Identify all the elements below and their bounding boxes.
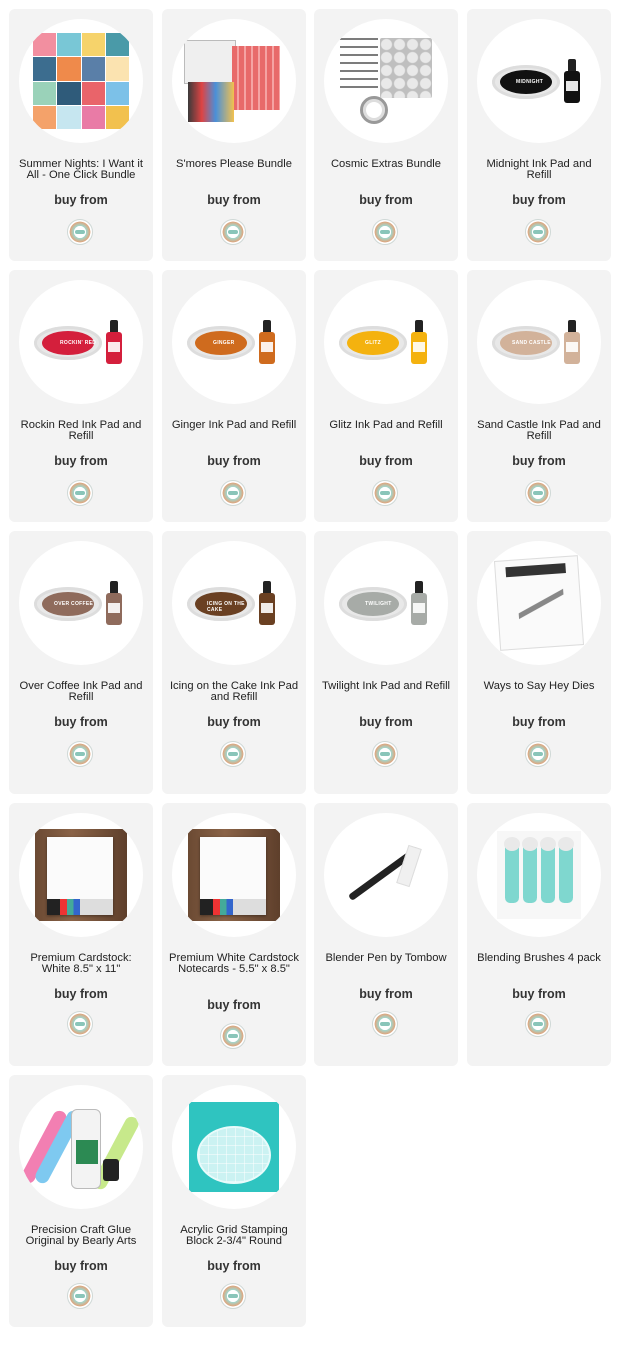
product-card[interactable]: Blender Pen by Tombow buy from bbox=[314, 803, 458, 1066]
product-image[interactable] bbox=[19, 813, 143, 937]
product-title[interactable]: Midnight Ink Pad and Refill bbox=[473, 158, 605, 181]
product-title[interactable]: Premium White Cardstock Notecards - 5.5"… bbox=[168, 952, 300, 975]
product-card[interactable]: Precision Craft Glue Original by Bearly … bbox=[9, 1075, 153, 1327]
shop-logo-icon[interactable] bbox=[220, 1283, 246, 1309]
product-card[interactable]: Summer Nights: I Want it All - One Click… bbox=[9, 9, 153, 261]
product-card[interactable]: Ways to Say Hey Dies buy from bbox=[467, 531, 611, 794]
product-image[interactable] bbox=[19, 19, 143, 143]
product-card[interactable]: Cosmic Extras Bundle buy from bbox=[314, 9, 458, 261]
product-image[interactable] bbox=[324, 19, 448, 143]
product-image[interactable]: GINGER bbox=[172, 280, 296, 404]
buy-from-label: buy from bbox=[512, 987, 566, 1001]
product-image[interactable]: MIDNIGHT bbox=[477, 19, 601, 143]
product-card[interactable]: TWILIGHT Twilight Ink Pad and Refill buy… bbox=[314, 531, 458, 794]
shop-logo-icon[interactable] bbox=[220, 219, 246, 245]
product-title[interactable]: Precision Craft Glue Original by Bearly … bbox=[15, 1224, 147, 1247]
product-card[interactable]: Acrylic Grid Stamping Block 2-3/4" Round… bbox=[162, 1075, 306, 1327]
shop-logo-icon[interactable] bbox=[525, 1011, 551, 1037]
product-image[interactable] bbox=[172, 19, 296, 143]
product-title[interactable]: Over Coffee Ink Pad and Refill bbox=[15, 680, 147, 703]
product-card[interactable]: SAND CASTLE Sand Castle Ink Pad and Refi… bbox=[467, 270, 611, 522]
product-image[interactable] bbox=[477, 541, 601, 665]
shop-logo-icon[interactable] bbox=[525, 741, 551, 767]
product-card[interactable]: ICING ON THE CAKE Icing on the Cake Ink … bbox=[162, 531, 306, 794]
product-title[interactable]: Ginger Ink Pad and Refill bbox=[168, 419, 300, 431]
shop-logo-icon[interactable] bbox=[372, 219, 398, 245]
product-title[interactable]: Twilight Ink Pad and Refill bbox=[320, 680, 452, 692]
product-title[interactable]: Glitz Ink Pad and Refill bbox=[320, 419, 452, 431]
buy-from-label: buy from bbox=[512, 193, 566, 207]
product-title[interactable]: Ways to Say Hey Dies bbox=[473, 680, 605, 692]
product-title[interactable]: Icing on the Cake Ink Pad and Refill bbox=[168, 680, 300, 703]
product-title[interactable]: Cosmic Extras Bundle bbox=[320, 158, 452, 170]
shop-logo-icon[interactable] bbox=[220, 480, 246, 506]
buy-from-label: buy from bbox=[359, 715, 413, 729]
shop-logo-icon[interactable] bbox=[372, 480, 398, 506]
product-image[interactable] bbox=[19, 1085, 143, 1209]
shop-logo-icon[interactable] bbox=[372, 741, 398, 767]
buy-from-label: buy from bbox=[512, 715, 566, 729]
buy-from-label: buy from bbox=[512, 454, 566, 468]
buy-from-label: buy from bbox=[54, 1259, 108, 1273]
shop-logo-icon[interactable] bbox=[67, 741, 93, 767]
product-image[interactable] bbox=[172, 813, 296, 937]
shop-logo-icon[interactable] bbox=[220, 741, 246, 767]
product-image[interactable] bbox=[172, 1085, 296, 1209]
shop-logo-icon[interactable] bbox=[220, 1023, 246, 1049]
product-card[interactable]: GLITZ Glitz Ink Pad and Refill buy from bbox=[314, 270, 458, 522]
product-title[interactable]: Sand Castle Ink Pad and Refill bbox=[473, 419, 605, 442]
buy-from-label: buy from bbox=[207, 715, 261, 729]
product-card[interactable]: ROCKIN' RED Rockin Red Ink Pad and Refil… bbox=[9, 270, 153, 522]
product-title[interactable]: Acrylic Grid Stamping Block 2-3/4" Round bbox=[168, 1224, 300, 1247]
buy-from-label: buy from bbox=[207, 454, 261, 468]
shop-logo-icon[interactable] bbox=[67, 1011, 93, 1037]
shop-logo-icon[interactable] bbox=[372, 1011, 398, 1037]
product-card[interactable]: GINGER Ginger Ink Pad and Refill buy fro… bbox=[162, 270, 306, 522]
shop-logo-icon[interactable] bbox=[67, 480, 93, 506]
product-title[interactable]: Premium Cardstock: White 8.5" x 11" bbox=[15, 952, 147, 975]
shop-logo-icon[interactable] bbox=[525, 480, 551, 506]
buy-from-label: buy from bbox=[359, 454, 413, 468]
shop-logo-icon[interactable] bbox=[67, 219, 93, 245]
product-title[interactable]: Summer Nights: I Want it All - One Click… bbox=[15, 158, 147, 181]
buy-from-label: buy from bbox=[207, 1259, 261, 1273]
product-card[interactable]: Premium Cardstock: White 8.5" x 11" buy … bbox=[9, 803, 153, 1066]
product-image[interactable] bbox=[324, 813, 448, 937]
product-image[interactable]: OVER COFFEE bbox=[19, 541, 143, 665]
product-title[interactable]: S'mores Please Bundle bbox=[168, 158, 300, 170]
product-image[interactable]: SAND CASTLE bbox=[477, 280, 601, 404]
product-card[interactable]: OVER COFFEE Over Coffee Ink Pad and Refi… bbox=[9, 531, 153, 794]
buy-from-label: buy from bbox=[54, 715, 108, 729]
product-image[interactable]: ICING ON THE CAKE bbox=[172, 541, 296, 665]
buy-from-label: buy from bbox=[359, 987, 413, 1001]
shop-logo-icon[interactable] bbox=[67, 1283, 93, 1309]
product-card[interactable]: S'mores Please Bundle buy from bbox=[162, 9, 306, 261]
product-title[interactable]: Rockin Red Ink Pad and Refill bbox=[15, 419, 147, 442]
product-image[interactable]: ROCKIN' RED bbox=[19, 280, 143, 404]
buy-from-label: buy from bbox=[207, 193, 261, 207]
buy-from-label: buy from bbox=[359, 193, 413, 207]
buy-from-label: buy from bbox=[54, 987, 108, 1001]
product-image[interactable]: GLITZ bbox=[324, 280, 448, 404]
product-card[interactable]: Premium White Cardstock Notecards - 5.5"… bbox=[162, 803, 306, 1066]
shop-logo-icon[interactable] bbox=[525, 219, 551, 245]
buy-from-label: buy from bbox=[207, 998, 261, 1012]
product-image[interactable] bbox=[477, 813, 601, 937]
product-image[interactable]: TWILIGHT bbox=[324, 541, 448, 665]
product-card[interactable]: MIDNIGHT Midnight Ink Pad and Refill buy… bbox=[467, 9, 611, 261]
buy-from-label: buy from bbox=[54, 193, 108, 207]
product-title[interactable]: Blender Pen by Tombow bbox=[320, 952, 452, 964]
product-card[interactable]: Blending Brushes 4 pack buy from bbox=[467, 803, 611, 1066]
buy-from-label: buy from bbox=[54, 454, 108, 468]
product-title[interactable]: Blending Brushes 4 pack bbox=[473, 952, 605, 964]
